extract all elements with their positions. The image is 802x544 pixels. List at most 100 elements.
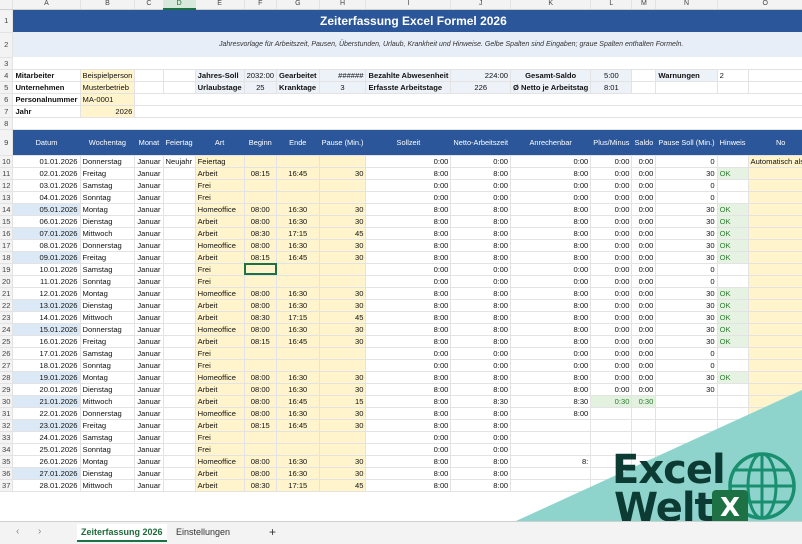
cell-netto[interactable]: 8:00 — [450, 299, 512, 312]
cell-pause[interactable]: 45 — [319, 227, 367, 240]
cell-netto[interactable]: 8:00 — [450, 419, 512, 432]
cell-art[interactable]: Arbeit — [195, 227, 245, 240]
cell-feiertag[interactable] — [163, 455, 196, 468]
cell-tag[interactable]: Donnerstag — [80, 407, 136, 420]
cell-ende[interactable]: 16:45 — [276, 167, 320, 180]
cell-feiertag[interactable] — [163, 407, 196, 420]
cell-pause[interactable] — [319, 275, 367, 288]
cell-hinweis[interactable] — [717, 407, 749, 420]
cell-ende[interactable]: 16:30 — [276, 467, 320, 480]
cell-feiertag[interactable] — [163, 443, 196, 456]
cell-saldo[interactable]: 0:00 — [631, 239, 657, 252]
cell-datum[interactable]: 28.01.2026 — [12, 479, 81, 492]
cell-netto[interactable]: 0:00 — [450, 347, 512, 360]
cell-psoll[interactable]: 0 — [655, 155, 718, 168]
cell-ende[interactable]: 16:30 — [276, 239, 320, 252]
cell-datum[interactable]: 20.01.2026 — [12, 383, 81, 396]
row-number[interactable]: 27 — [0, 359, 14, 372]
cell-datum[interactable]: 04.01.2026 — [12, 191, 81, 204]
cell-hinweis[interactable] — [717, 263, 749, 276]
cell-monat[interactable]: Januar — [134, 443, 164, 456]
cell-netto[interactable]: 8:00 — [450, 239, 512, 252]
cell-feiertag[interactable] — [163, 359, 196, 372]
cell-note[interactable] — [748, 383, 802, 396]
cell-pause[interactable] — [319, 179, 367, 192]
cell-monat[interactable]: Januar — [134, 227, 164, 240]
cell-monat[interactable]: Januar — [134, 251, 164, 264]
cell-datum[interactable]: 27.01.2026 — [12, 467, 81, 480]
cell-art[interactable]: Homeoffice — [195, 287, 245, 300]
cell-saldo[interactable]: 0:00 — [631, 299, 657, 312]
cell-monat[interactable]: Januar — [134, 383, 164, 396]
cell-note[interactable] — [748, 371, 802, 384]
column-letter[interactable]: D — [163, 0, 196, 10]
cell-anr[interactable]: 8:00 — [510, 311, 592, 324]
corner-cell[interactable] — [0, 0, 14, 10]
cell-psoll[interactable]: 30 — [655, 227, 718, 240]
cell-monat[interactable]: Januar — [134, 455, 164, 468]
table-row[interactable]: 30 21.01.2026 Mittwoch Januar Arbeit 08:00 16:… — [0, 395, 802, 408]
column-letter[interactable]: K — [510, 0, 592, 10]
cell-monat[interactable]: Januar — [134, 275, 164, 288]
cell-art[interactable]: Arbeit — [195, 335, 245, 348]
row-number[interactable]: 15 — [0, 215, 14, 228]
cell-note[interactable] — [748, 275, 802, 288]
cell-psoll[interactable]: 30 — [655, 215, 718, 228]
cell-tag[interactable]: Freitag — [80, 419, 136, 432]
cell-art[interactable]: Homeoffice — [195, 203, 245, 216]
cell-hinweis[interactable]: OK — [717, 323, 749, 336]
cell-art[interactable]: Frei — [195, 431, 245, 444]
cell-pause[interactable]: 45 — [319, 311, 367, 324]
cell-anr[interactable] — [510, 467, 592, 480]
cell-soll[interactable]: 8:00 — [365, 323, 452, 336]
cell-saldo[interactable]: 0:00 — [631, 167, 657, 180]
cell-art[interactable]: Frei — [195, 191, 245, 204]
cell-anr[interactable]: 0:00 — [510, 347, 592, 360]
table-row[interactable]: 18 09.01.2026 Freitag Januar Arbeit 08:15 16:4… — [0, 251, 802, 264]
row-number[interactable]: 23 — [0, 311, 14, 324]
cell-note[interactable] — [748, 287, 802, 300]
cell-datum[interactable]: 18.01.2026 — [12, 359, 81, 372]
cell-netto[interactable]: 0:00 — [450, 443, 512, 456]
cell-psoll[interactable]: 30 — [655, 371, 718, 384]
cell-feiertag[interactable] — [163, 215, 196, 228]
table-row[interactable]: 12 03.01.2026 Samstag Januar Frei 0:00 0:00 0:0… — [0, 179, 802, 192]
value-jahres-soll[interactable]: 2032:00 — [244, 69, 278, 82]
cell-art[interactable]: Frei — [195, 347, 245, 360]
cell-anr[interactable] — [510, 479, 592, 492]
cell-datum[interactable]: 14.01.2026 — [12, 311, 81, 324]
cell-beginn[interactable]: 08:30 — [244, 311, 278, 324]
cell-beginn[interactable]: 08:00 — [244, 455, 278, 468]
cell-netto[interactable]: 8:00 — [450, 167, 512, 180]
cell-saldo[interactable]: 0:00 — [631, 155, 657, 168]
cell-note[interactable] — [748, 179, 802, 192]
cell-feiertag[interactable] — [163, 203, 196, 216]
cell-hinweis[interactable] — [717, 383, 749, 396]
row-number[interactable]: 28 — [0, 371, 14, 384]
cell-ende[interactable] — [276, 443, 320, 456]
column-letter[interactable]: L — [590, 0, 633, 10]
cell-art[interactable]: Homeoffice — [195, 323, 245, 336]
cell-anr[interactable]: 8:00 — [510, 251, 592, 264]
cell-pause[interactable]: 30 — [319, 467, 367, 480]
cell-pm[interactable]: 0:00 — [590, 155, 633, 168]
cell-psoll[interactable]: 0 — [655, 263, 718, 276]
cell-pause[interactable]: 30 — [319, 383, 367, 396]
cell-tag[interactable]: Samstag — [80, 179, 136, 192]
cell-pause[interactable]: 45 — [319, 479, 367, 492]
cell-art[interactable]: Arbeit — [195, 167, 245, 180]
cell-beginn[interactable]: 08:15 — [244, 335, 278, 348]
cell-monat[interactable]: Januar — [134, 359, 164, 372]
cell-saldo[interactable]: 0:00 — [631, 251, 657, 264]
cell-art[interactable]: Frei — [195, 263, 245, 276]
cell-hinweis[interactable]: OK — [717, 167, 749, 180]
cell-soll[interactable]: 8:00 — [365, 215, 452, 228]
cell-saldo[interactable] — [631, 419, 657, 432]
cell-ende[interactable] — [276, 179, 320, 192]
cell-datum[interactable]: 06.01.2026 — [12, 215, 81, 228]
cell-note[interactable] — [748, 395, 802, 408]
cell-ende[interactable]: 17:15 — [276, 479, 320, 492]
cell-hinweis[interactable] — [717, 359, 749, 372]
row-number[interactable]: 14 — [0, 203, 14, 216]
cell-beginn[interactable] — [244, 275, 278, 288]
